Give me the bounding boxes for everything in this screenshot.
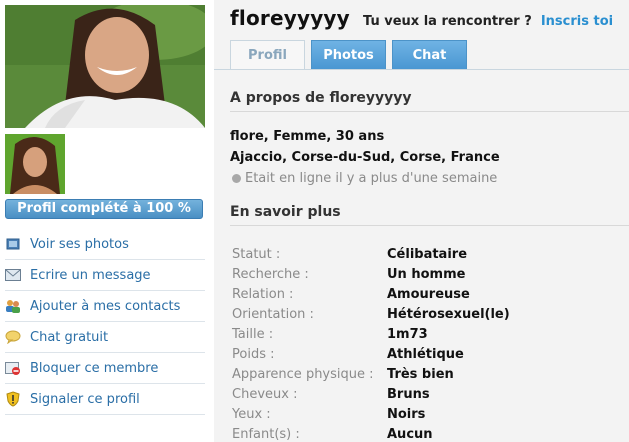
free-chat-link[interactable]: Chat gratuit xyxy=(5,322,205,353)
envelope-icon xyxy=(5,267,21,283)
signup-link[interactable]: Inscris toi xyxy=(541,14,613,29)
profile-tabs: Profil Photos Chat xyxy=(230,40,473,70)
detail-label: Relation : xyxy=(232,286,294,302)
detail-value: Très bien xyxy=(387,366,454,382)
profile-content: floreyyyyy Tu veux la rencontrer ? Inscr… xyxy=(214,0,629,442)
detail-row: Orientation : Hétérosexuel(le) xyxy=(232,304,622,324)
detail-row: Statut : Célibataire xyxy=(232,244,622,264)
profile-username: floreyyyyy xyxy=(230,6,350,30)
detail-value: Célibataire xyxy=(387,246,468,262)
detail-value: Amoureuse xyxy=(387,286,470,302)
tab-profil[interactable]: Profil xyxy=(230,40,305,70)
profile-actions-menu: Voir ses photos Ecrire un message Ajoute… xyxy=(5,229,205,415)
contacts-icon xyxy=(5,298,21,314)
write-message-link[interactable]: Ecrire un message xyxy=(5,260,205,291)
detail-row: Taille : 1m73 xyxy=(232,324,622,344)
online-status: Etait en ligne il y a plus d'une semaine xyxy=(232,171,497,186)
detail-row: Poids : Athlétique xyxy=(232,344,622,364)
detail-value: 1m73 xyxy=(387,326,428,342)
profile-thumbnail[interactable] xyxy=(5,134,65,194)
report-profile-label: Signaler ce profil xyxy=(30,391,140,407)
free-chat-label: Chat gratuit xyxy=(30,329,109,345)
profile-details-list: Statut : Célibataire Recherche : Un homme … xyxy=(232,244,622,442)
detail-label: Enfant(s) : xyxy=(232,426,300,442)
detail-value: Noirs xyxy=(387,406,426,422)
about-divider xyxy=(230,111,629,112)
view-photos-label: Voir ses photos xyxy=(30,236,129,252)
details-divider xyxy=(230,225,629,226)
online-status-text: Etait en ligne il y a plus d'une semaine xyxy=(245,171,498,186)
block-icon xyxy=(5,360,21,376)
profile-location: Ajaccio, Corse-du-Sud, Corse, France xyxy=(230,150,500,165)
profile-completion-label: Profil complété à 100 % xyxy=(17,201,191,216)
warning-shield-icon xyxy=(5,391,21,407)
detail-label: Apparence physique : xyxy=(232,366,374,382)
detail-row: Cheveux : Bruns xyxy=(232,384,622,404)
status-dot-icon xyxy=(232,174,241,183)
add-contact-label: Ajouter à mes contacts xyxy=(30,298,181,314)
report-profile-link[interactable]: Signaler ce profil xyxy=(5,384,205,415)
details-section-title: En savoir plus xyxy=(230,204,341,220)
detail-label: Orientation : xyxy=(232,306,314,322)
detail-label: Poids : xyxy=(232,346,275,362)
detail-value: Athlétique xyxy=(387,346,464,362)
detail-label: Recherche : xyxy=(232,266,309,282)
tab-chat[interactable]: Chat xyxy=(392,40,467,69)
profile-sidebar: Profil complété à 100 % Voir ses photos … xyxy=(0,0,214,442)
detail-label: Statut : xyxy=(232,246,281,262)
photo-icon xyxy=(5,236,21,252)
detail-label: Cheveux : xyxy=(232,386,298,402)
about-section-title: A propos de floreyyyyy xyxy=(230,90,412,106)
view-photos-link[interactable]: Voir ses photos xyxy=(5,229,205,260)
profile-summary: flore, Femme, 30 ans xyxy=(230,129,385,144)
detail-value: Bruns xyxy=(387,386,430,402)
meet-prompt: Tu veux la rencontrer ? xyxy=(363,14,532,29)
detail-label: Taille : xyxy=(232,326,274,342)
detail-row: Relation : Amoureuse xyxy=(232,284,622,304)
block-member-link[interactable]: Bloquer ce membre xyxy=(5,353,205,384)
tabs-divider xyxy=(214,69,629,70)
detail-row: Enfant(s) : Aucun xyxy=(232,424,622,442)
tab-photos[interactable]: Photos xyxy=(311,40,386,69)
add-contact-link[interactable]: Ajouter à mes contacts xyxy=(5,291,205,322)
main-profile-photo[interactable] xyxy=(5,5,205,128)
detail-row: Apparence physique : Très bien xyxy=(232,364,622,384)
profile-completion-bar: Profil complété à 100 % xyxy=(5,199,203,219)
detail-value: Hétérosexuel(le) xyxy=(387,306,510,322)
detail-label: Yeux : xyxy=(232,406,271,422)
chat-bubble-icon xyxy=(5,329,21,345)
write-message-label: Ecrire un message xyxy=(30,267,151,283)
block-member-label: Bloquer ce membre xyxy=(30,360,159,376)
detail-row: Yeux : Noirs xyxy=(232,404,622,424)
detail-value: Un homme xyxy=(387,266,466,282)
detail-value: Aucun xyxy=(387,426,433,442)
profile-header: floreyyyyy Tu veux la rencontrer ? Inscr… xyxy=(230,6,613,30)
detail-row: Recherche : Un homme xyxy=(232,264,622,284)
